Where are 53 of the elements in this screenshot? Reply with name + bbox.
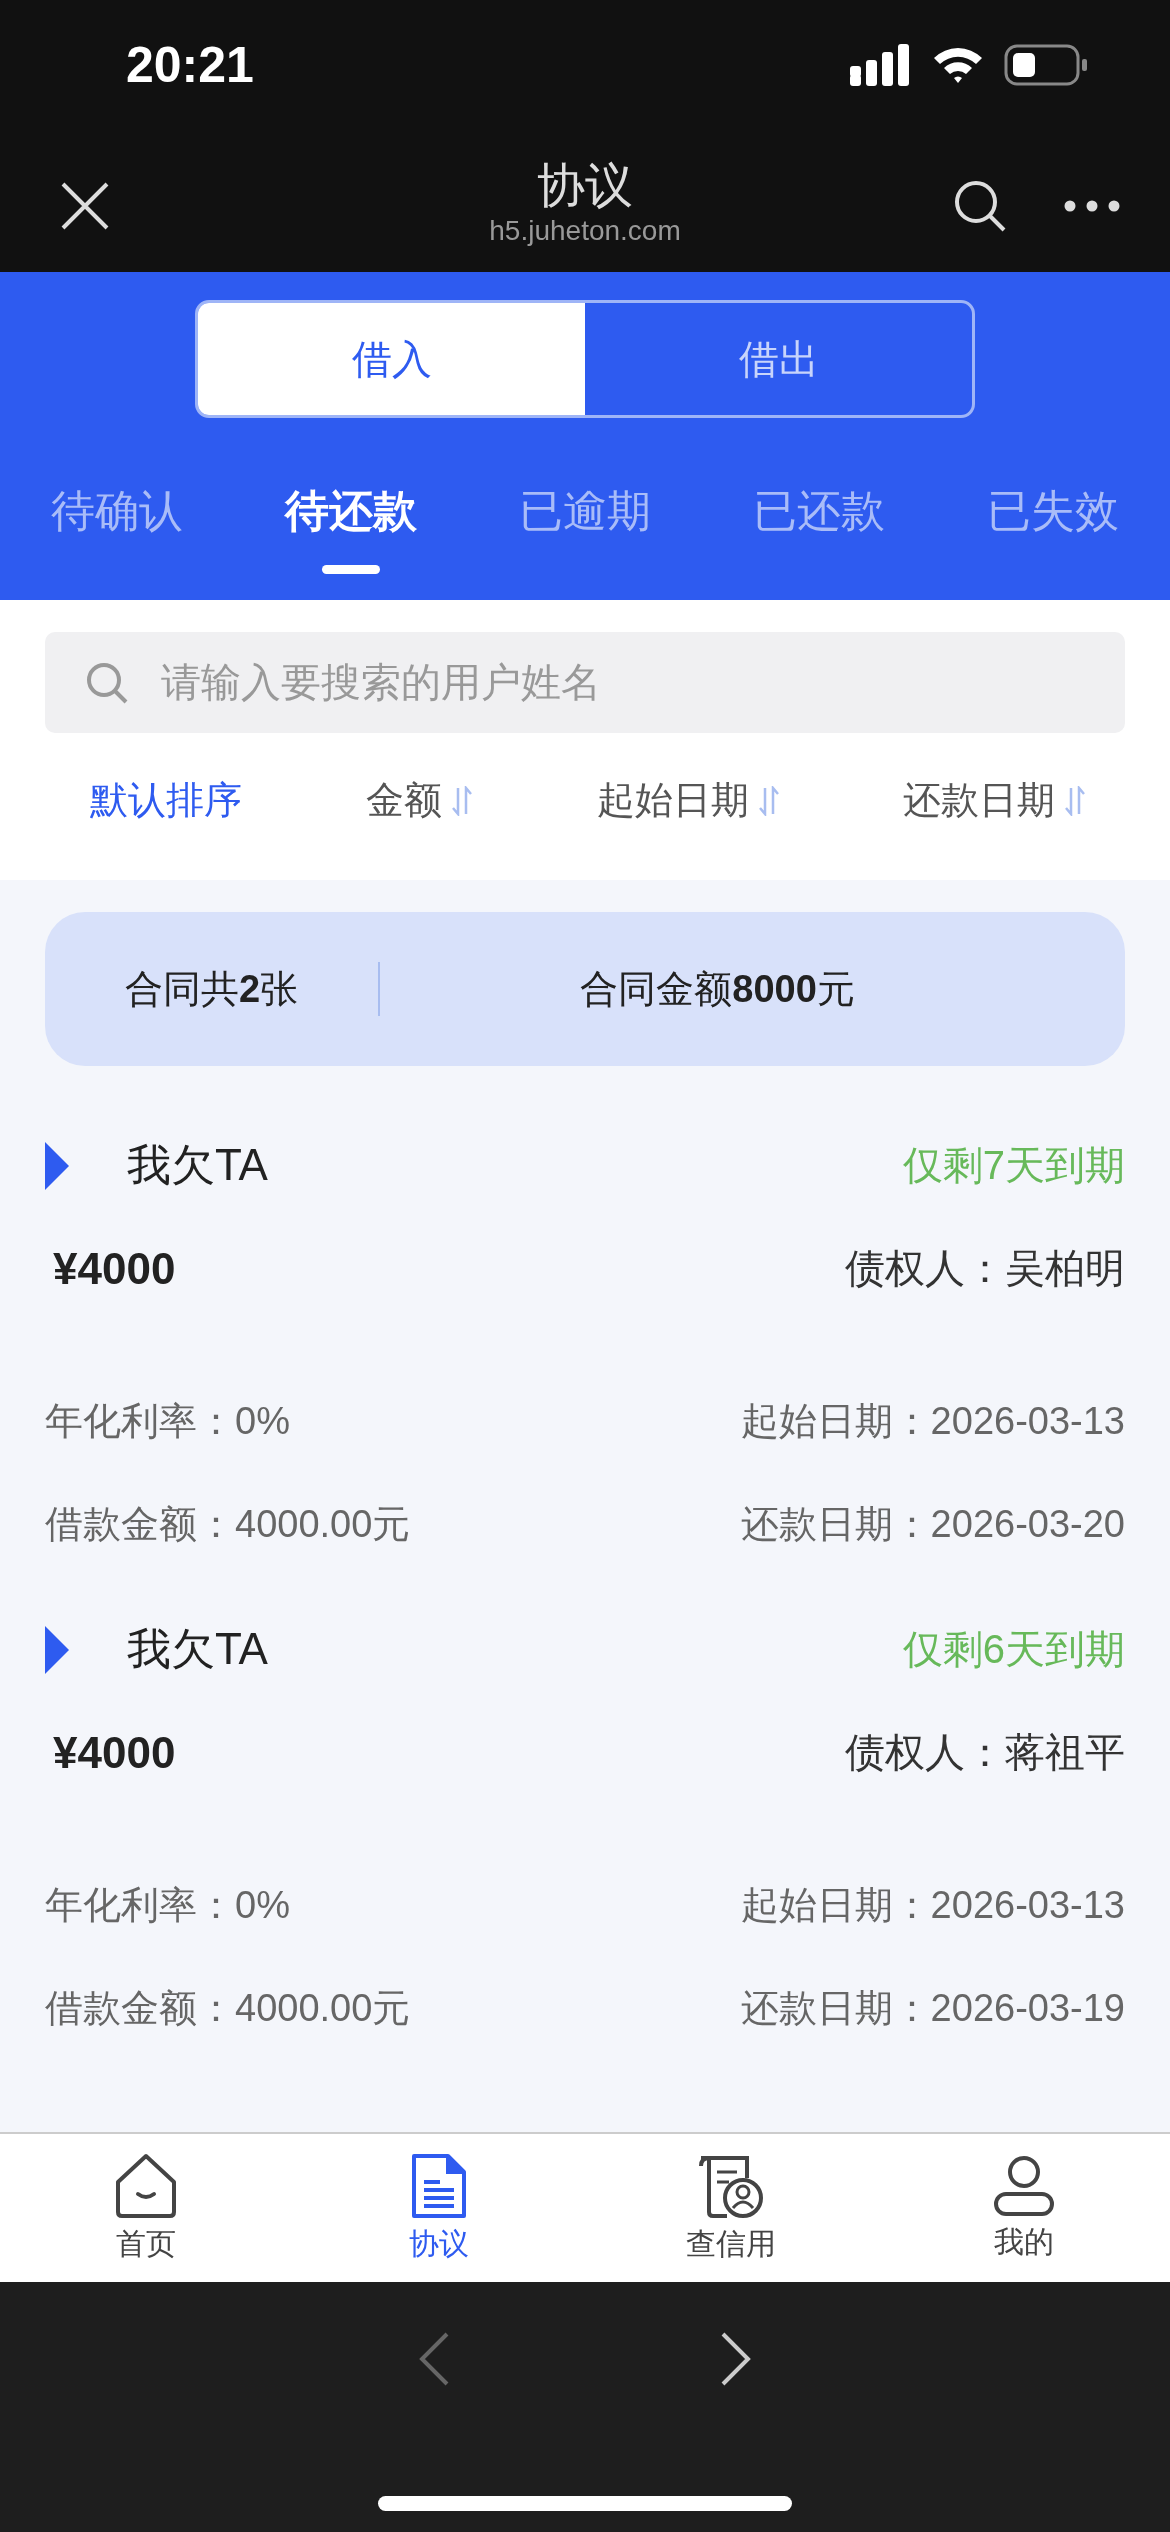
- sort-icon: [1065, 785, 1085, 816]
- tab-bar-item[interactable]: 协议: [292, 2134, 585, 2282]
- sort-option[interactable]: 金额: [366, 759, 473, 842]
- loan-amount: 借款金额：4000.00元: [45, 1502, 411, 1547]
- creditor: 债权人：吴柏明: [845, 1245, 1125, 1292]
- sort-option[interactable]: 默认排序: [90, 759, 242, 842]
- sort-icon: [758, 785, 779, 816]
- status-tab[interactable]: 待还款: [234, 468, 468, 588]
- due-label: 仅剩6天到期: [902, 1626, 1125, 1673]
- direction-label: 我欠TA: [127, 1139, 268, 1191]
- sort-option[interactable]: 还款日期: [903, 759, 1085, 842]
- loan-amount: 借款金额：4000.00元: [45, 1986, 411, 2031]
- forward-icon[interactable]: [720, 2332, 752, 2386]
- sort-icon: [452, 785, 473, 816]
- tab-bar-item[interactable]: 我的: [877, 2134, 1170, 2282]
- person-icon: [991, 2153, 1056, 2218]
- interest-rate: 年化利率：0%: [45, 1883, 290, 1928]
- tab-bar-item[interactable]: 首页: [0, 2134, 293, 2282]
- status-time: 20:21: [126, 36, 254, 94]
- close-icon[interactable]: [60, 181, 110, 231]
- status-tab[interactable]: 待确认: [0, 468, 234, 588]
- repay-date: 还款日期：2026-03-20: [740, 1502, 1125, 1547]
- sort-option[interactable]: 起始日期: [596, 759, 779, 842]
- direction-label: 我欠TA: [127, 1623, 268, 1675]
- wifi-icon: [932, 45, 984, 85]
- amount: ¥4000: [53, 1243, 176, 1294]
- amount: ¥4000: [53, 1727, 176, 1778]
- contract-total: 合同金额8000元: [579, 966, 856, 1012]
- signal-icon: [850, 44, 912, 86]
- contract-count: 合同共2张: [125, 966, 299, 1012]
- creditor: 债权人：蒋祖平: [845, 1729, 1125, 1776]
- back-icon[interactable]: [418, 2332, 450, 2386]
- triangle-icon: [45, 1141, 69, 1190]
- search-field[interactable]: 请输入要搜索的用户姓名: [45, 632, 1125, 733]
- search-icon: [85, 661, 129, 705]
- status-tab[interactable]: 已失效: [936, 468, 1170, 588]
- tab-bar-item[interactable]: 查信用: [585, 2134, 878, 2282]
- due-label: 仅剩7天到期: [902, 1142, 1125, 1189]
- segment-tab[interactable]: 借出: [585, 303, 972, 415]
- status-tab[interactable]: 已逾期: [468, 468, 702, 588]
- search-icon[interactable]: [954, 180, 1006, 232]
- page-title: 协议: [537, 158, 633, 214]
- start-date: 起始日期：2026-03-13: [740, 1399, 1125, 1444]
- page-url: h5.juheton.com: [489, 214, 681, 248]
- battery-icon: [1004, 44, 1088, 86]
- triangle-icon: [45, 1625, 69, 1674]
- status-tab[interactable]: 已还款: [702, 468, 936, 588]
- document-icon: [409, 2151, 468, 2220]
- more-icon[interactable]: [1064, 200, 1120, 212]
- segment-tab[interactable]: 借入: [198, 303, 585, 415]
- start-date: 起始日期：2026-03-13: [740, 1883, 1125, 1928]
- repay-date: 还款日期：2026-03-19: [740, 1986, 1125, 2031]
- interest-rate: 年化利率：0%: [45, 1399, 290, 1444]
